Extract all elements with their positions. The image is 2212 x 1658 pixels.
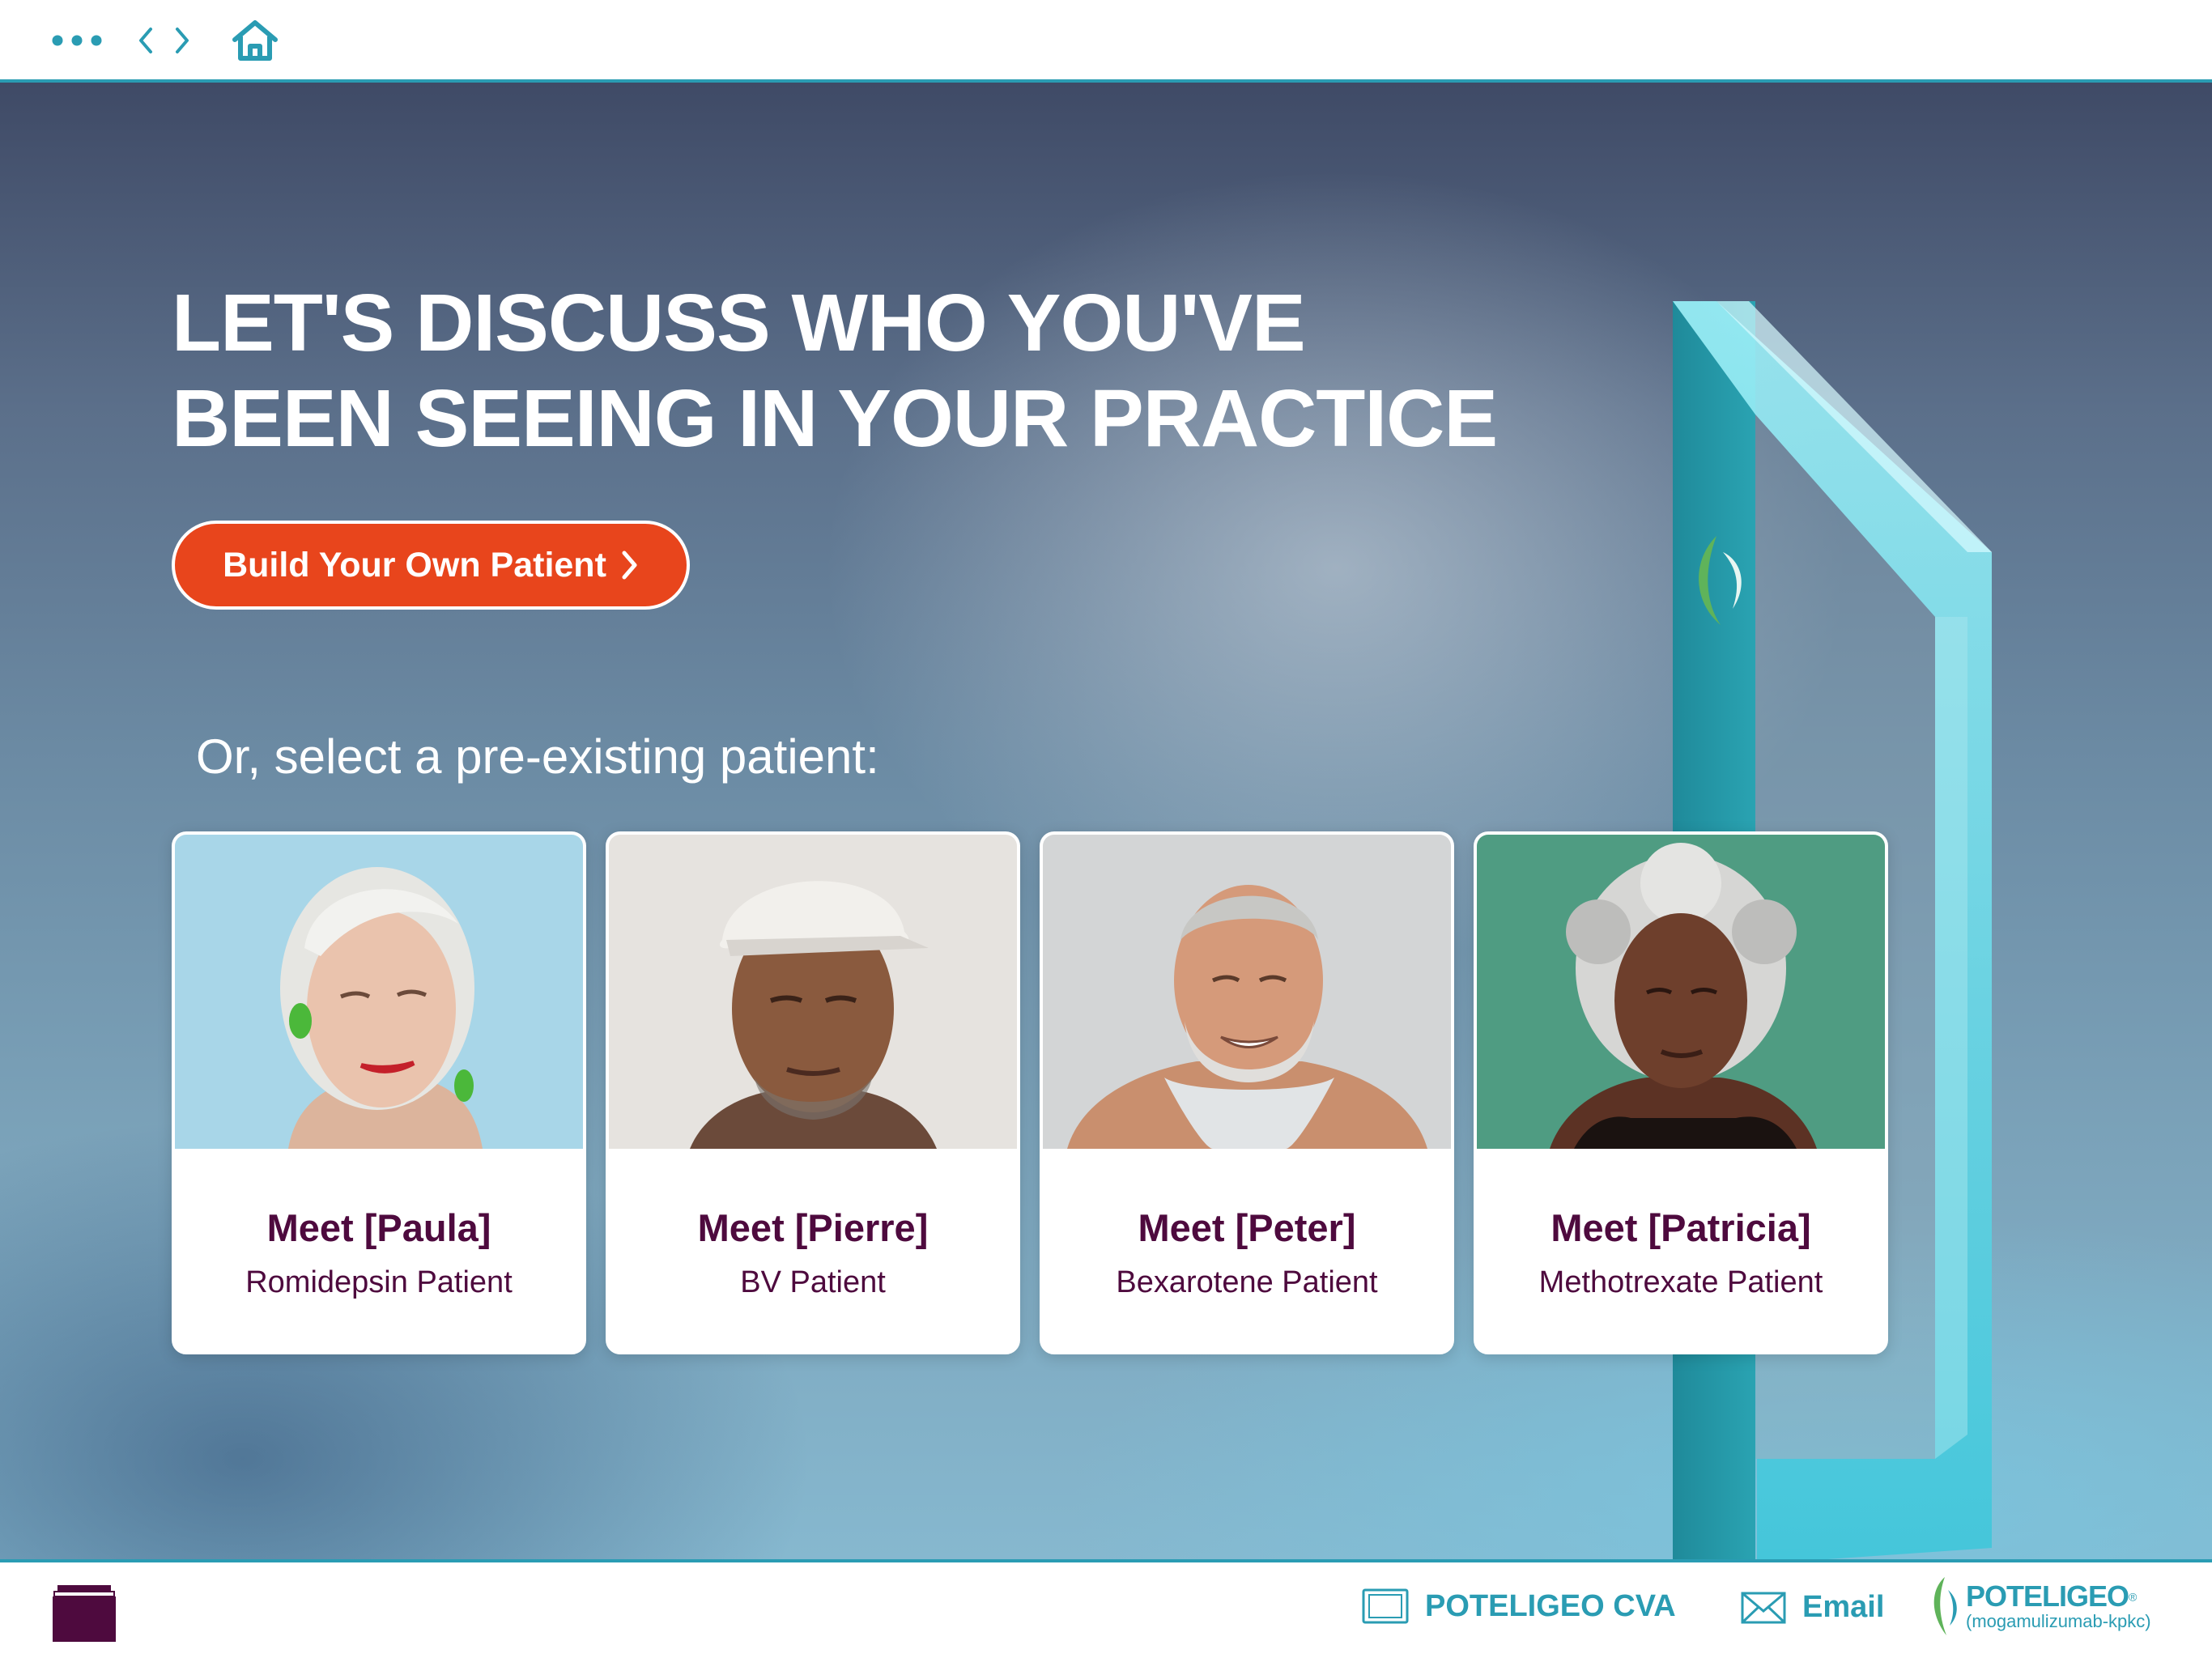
poteligeo-logo: POTELIGEO® (mogamulizumab-kpkc) — [1927, 1574, 2151, 1639]
patient-card-patricia[interactable]: Meet [Patricia] Methotrexate Patient — [1474, 831, 1888, 1354]
more-icon[interactable] — [45, 0, 109, 81]
patient-card-peter[interactable]: Meet [Peter] Bexarotene Patient — [1040, 831, 1454, 1354]
tablet-icon — [1362, 1588, 1409, 1624]
patient-treatment: BV Patient — [740, 1265, 886, 1299]
patient-name: Meet [Peter] — [1138, 1206, 1356, 1249]
slide-tray-button[interactable] — [53, 1585, 116, 1642]
page-title: LET'S DISCUSS WHO YOU'VE BEEN SEEING IN … — [172, 278, 1498, 464]
patient-photo-pierre — [609, 835, 1017, 1149]
logo-generic-name: (mogamulizumab-kpkc) — [1966, 1611, 2151, 1631]
patient-selection-subhead: Or, select a pre-existing patient: — [196, 729, 879, 784]
logo-wordmark: POTELIGEO — [1966, 1579, 2129, 1613]
poteligeo-cva-button[interactable]: POTELIGEO CVA — [1362, 1588, 1676, 1624]
patient-treatment: Romidepsin Patient — [245, 1265, 513, 1299]
patient-name: Meet [Patricia] — [1551, 1206, 1811, 1249]
patient-card-paula[interactable]: Meet [Paula] Romidepsin Patient — [172, 831, 586, 1354]
logo-trademark: ® — [2129, 1590, 2138, 1604]
email-label: Email — [1802, 1590, 1885, 1624]
footer-toolbar: POTELIGEO CVA Email POTELIGEO® (mogamuli… — [0, 1559, 2212, 1658]
patient-photo-paula — [175, 835, 583, 1149]
patient-name: Meet [Paula] — [266, 1206, 491, 1249]
top-toolbar — [0, 0, 2212, 83]
chevron-right-icon[interactable] — [166, 0, 198, 81]
patient-photo-patricia — [1477, 835, 1885, 1149]
patient-treatment: Methotrexate Patient — [1538, 1265, 1823, 1299]
email-button[interactable]: Email — [1741, 1590, 1884, 1625]
chevron-right-icon — [622, 551, 637, 580]
slides-icon — [53, 1585, 116, 1642]
email-icon — [1741, 1592, 1786, 1623]
chevron-left-icon[interactable] — [130, 0, 162, 81]
poteligeo-leaf-icon — [1933, 1577, 1957, 1635]
hero-section: LET'S DISCUSS WHO YOU'VE BEEN SEEING IN … — [0, 83, 2212, 1559]
build-button-label: Build Your Own Patient — [223, 545, 606, 585]
build-your-own-patient-button[interactable]: Build Your Own Patient — [172, 521, 690, 610]
patient-name: Meet [Pierre] — [697, 1206, 929, 1249]
patient-card-pierre[interactable]: Meet [Pierre] BV Patient — [606, 831, 1020, 1354]
cva-label: POTELIGEO CVA — [1425, 1588, 1676, 1623]
patient-treatment: Bexarotene Patient — [1116, 1265, 1378, 1299]
home-icon[interactable] — [227, 0, 283, 81]
patient-photo-peter — [1043, 835, 1451, 1149]
